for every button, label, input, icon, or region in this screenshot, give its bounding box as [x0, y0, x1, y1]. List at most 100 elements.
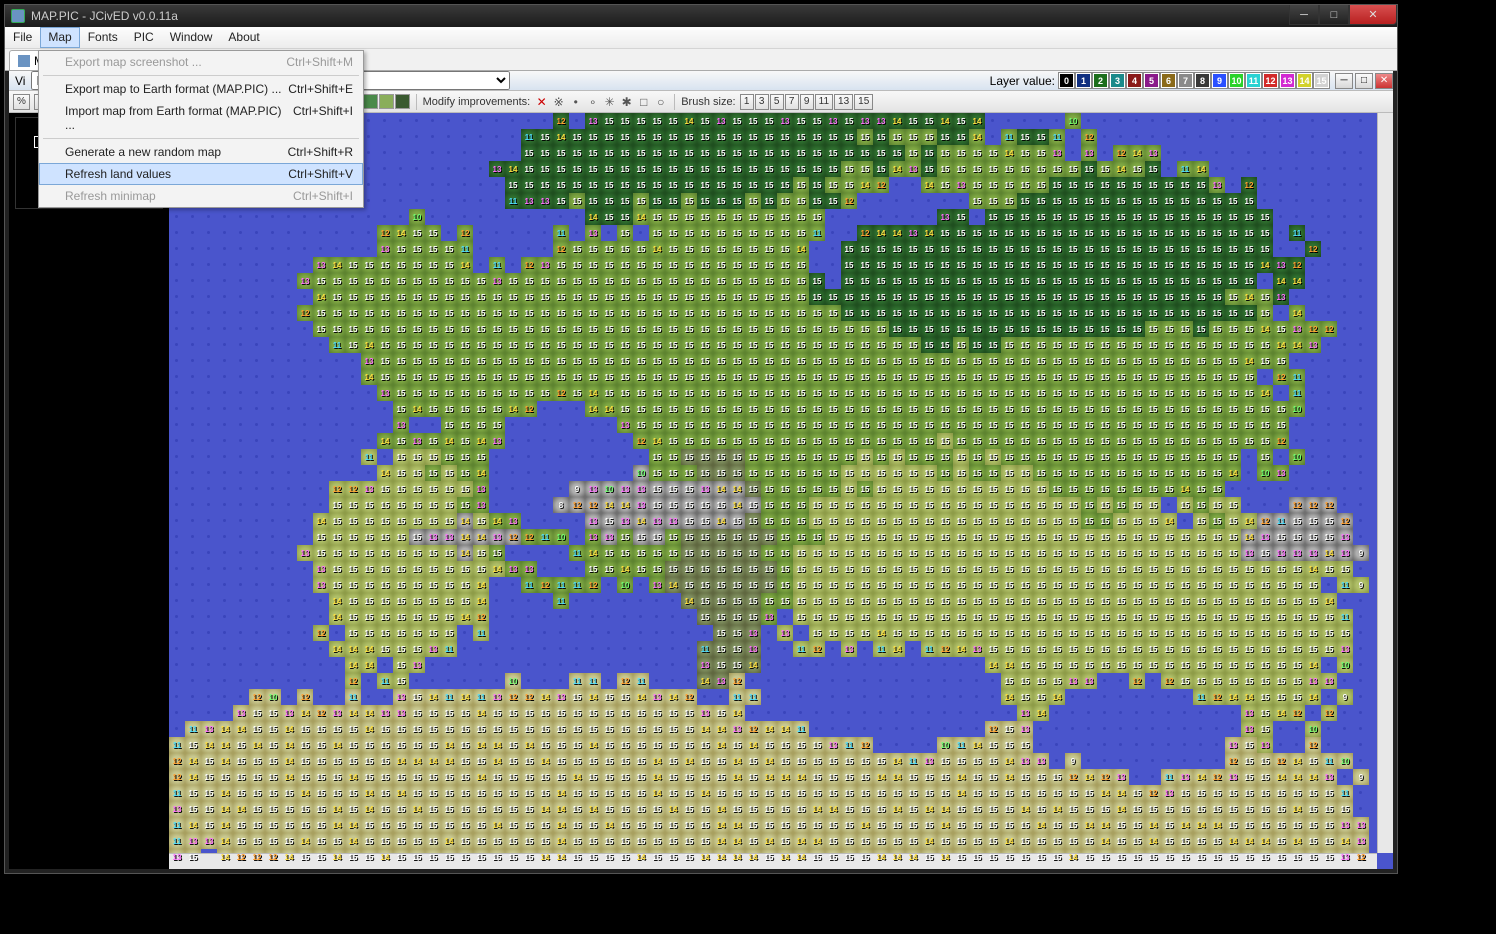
- tile[interactable]: 15: [681, 721, 697, 737]
- tile[interactable]: [1289, 177, 1305, 193]
- tile[interactable]: 15: [1033, 433, 1049, 449]
- tile[interactable]: 15: [1257, 689, 1273, 705]
- tile[interactable]: 14: [745, 737, 761, 753]
- tile[interactable]: 15: [1033, 641, 1049, 657]
- tile[interactable]: 15: [1241, 257, 1257, 273]
- tile[interactable]: [185, 465, 201, 481]
- tile[interactable]: 13: [1353, 833, 1369, 849]
- tile[interactable]: [601, 417, 617, 433]
- tile[interactable]: 14: [889, 753, 905, 769]
- tile[interactable]: [265, 593, 281, 609]
- tile[interactable]: 14: [1273, 273, 1289, 289]
- tile[interactable]: 15: [953, 417, 969, 433]
- tile[interactable]: 15: [937, 273, 953, 289]
- tile[interactable]: 15: [1017, 161, 1033, 177]
- tile[interactable]: [1353, 273, 1369, 289]
- tile[interactable]: [1305, 129, 1321, 145]
- tile[interactable]: 15: [457, 753, 473, 769]
- tile[interactable]: 15: [1017, 497, 1033, 513]
- tile[interactable]: 13: [697, 705, 713, 721]
- improvement-icon-1[interactable]: ※: [551, 94, 566, 109]
- tile[interactable]: 15: [1273, 561, 1289, 577]
- tile[interactable]: 15: [1081, 561, 1097, 577]
- tile[interactable]: [1225, 161, 1241, 177]
- tile[interactable]: 15: [697, 593, 713, 609]
- tile[interactable]: 13: [713, 113, 729, 129]
- tile[interactable]: 15: [937, 369, 953, 385]
- tile[interactable]: 15: [1209, 593, 1225, 609]
- tile[interactable]: 12: [1321, 497, 1337, 513]
- tile[interactable]: 14: [793, 833, 809, 849]
- tile[interactable]: 11: [185, 721, 201, 737]
- tile[interactable]: [217, 513, 233, 529]
- tile[interactable]: 10: [553, 529, 569, 545]
- tile[interactable]: 15: [649, 465, 665, 481]
- tile[interactable]: 15: [489, 801, 505, 817]
- tile[interactable]: 15: [969, 161, 985, 177]
- tile[interactable]: 15: [729, 513, 745, 529]
- tile[interactable]: [665, 609, 681, 625]
- tile[interactable]: 15: [713, 241, 729, 257]
- tile[interactable]: 15: [905, 529, 921, 545]
- tile[interactable]: 15: [969, 401, 985, 417]
- tile[interactable]: 15: [793, 193, 809, 209]
- tile[interactable]: [1305, 225, 1321, 241]
- tile[interactable]: 15: [921, 161, 937, 177]
- tile[interactable]: 15: [1065, 433, 1081, 449]
- tile[interactable]: 15: [1097, 481, 1113, 497]
- tile[interactable]: 15: [585, 817, 601, 833]
- tile[interactable]: 15: [377, 737, 393, 753]
- tile[interactable]: 15: [425, 257, 441, 273]
- tile[interactable]: [409, 193, 425, 209]
- tile[interactable]: 15: [345, 577, 361, 593]
- tile[interactable]: [537, 561, 553, 577]
- tile[interactable]: 15: [809, 465, 825, 481]
- tile[interactable]: 15: [1065, 513, 1081, 529]
- tile[interactable]: 15: [633, 545, 649, 561]
- inner-minimize-button[interactable]: ─: [1335, 73, 1353, 89]
- tile[interactable]: [169, 401, 185, 417]
- tile[interactable]: 15: [713, 657, 729, 673]
- tile[interactable]: 15: [761, 513, 777, 529]
- tile[interactable]: 15: [1001, 529, 1017, 545]
- tile[interactable]: 15: [1065, 593, 1081, 609]
- map-menu-item-1[interactable]: Export map to Earth format (MAP.PIC) ...…: [39, 78, 363, 100]
- tile[interactable]: [1353, 433, 1369, 449]
- tile[interactable]: [617, 449, 633, 465]
- tile[interactable]: [1337, 673, 1353, 689]
- tile[interactable]: [537, 497, 553, 513]
- tile[interactable]: 15: [249, 833, 265, 849]
- tile[interactable]: [233, 465, 249, 481]
- tile[interactable]: [1353, 753, 1369, 769]
- tile[interactable]: [713, 689, 729, 705]
- tile[interactable]: [201, 209, 217, 225]
- tile[interactable]: 15: [1113, 513, 1129, 529]
- tile[interactable]: 11: [169, 785, 185, 801]
- tile[interactable]: 15: [1097, 401, 1113, 417]
- tile[interactable]: 15: [457, 385, 473, 401]
- tile[interactable]: [1337, 401, 1353, 417]
- tile[interactable]: 15: [697, 753, 713, 769]
- tile[interactable]: 14: [233, 801, 249, 817]
- tile[interactable]: [1017, 113, 1033, 129]
- tile[interactable]: [1289, 737, 1305, 753]
- tile[interactable]: 15: [841, 817, 857, 833]
- tile[interactable]: 15: [905, 305, 921, 321]
- tile[interactable]: 15: [1145, 593, 1161, 609]
- tile[interactable]: 15: [233, 785, 249, 801]
- tile[interactable]: 15: [761, 545, 777, 561]
- tile[interactable]: 15: [1129, 561, 1145, 577]
- tile[interactable]: 14: [825, 801, 841, 817]
- tile[interactable]: 15: [713, 561, 729, 577]
- tile[interactable]: 15: [777, 529, 793, 545]
- tile[interactable]: [297, 513, 313, 529]
- tile[interactable]: 15: [1113, 417, 1129, 433]
- tile[interactable]: [937, 705, 953, 721]
- tile[interactable]: 15: [905, 609, 921, 625]
- tile[interactable]: [841, 721, 857, 737]
- tile[interactable]: 15: [857, 449, 873, 465]
- tile[interactable]: 15: [681, 769, 697, 785]
- tile[interactable]: 15: [1097, 609, 1113, 625]
- tile[interactable]: [201, 241, 217, 257]
- tile[interactable]: [249, 545, 265, 561]
